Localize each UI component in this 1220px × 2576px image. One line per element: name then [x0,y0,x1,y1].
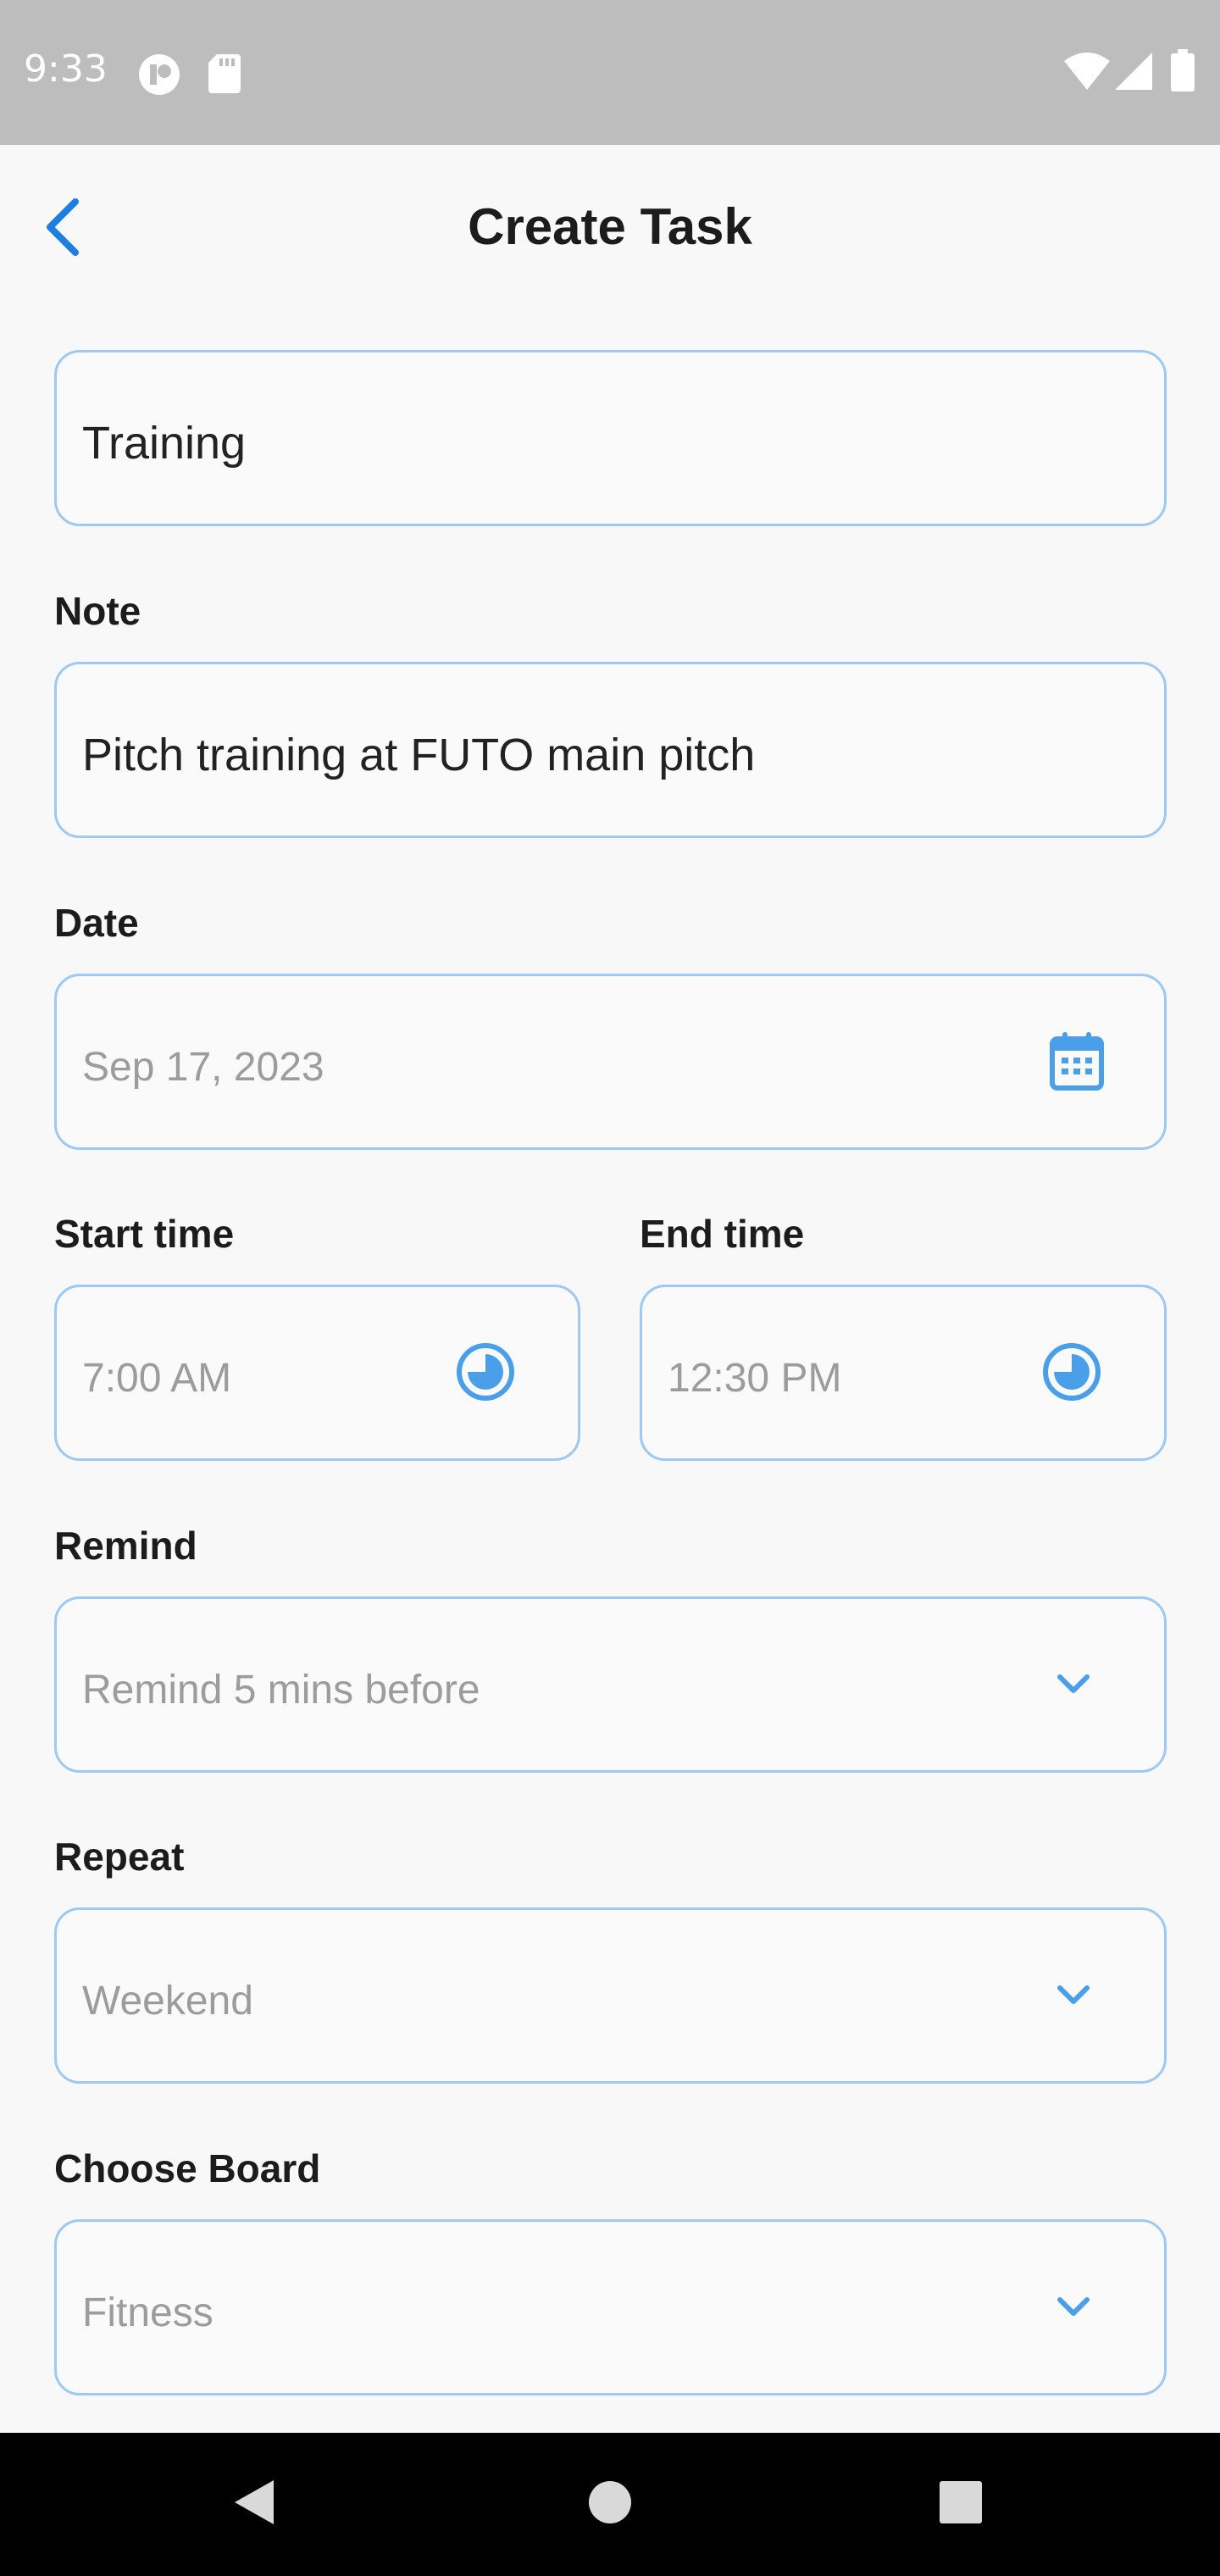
note-label: Note [54,589,141,633]
cell-signal-icon [1115,53,1152,94]
date-value: Sep 17, 2023 [82,1044,324,1090]
sd-card-icon [208,54,241,97]
nav-back-button[interactable] [169,2433,339,2576]
calendar-icon[interactable] [1043,1027,1111,1095]
page-title: Create Task [468,198,752,255]
status-bar: 9:33 [0,0,1220,145]
wifi-icon [1064,53,1110,94]
start-time-label: Start time [54,1212,235,1256]
home-circle-icon [587,2479,633,2529]
repeat-dropdown[interactable]: Weekend [54,1907,1167,2084]
board-dropdown[interactable]: Fitness [54,2219,1167,2396]
repeat-label: Repeat [54,1835,185,1879]
note-input[interactable]: Pitch training at FUTO main pitch [54,662,1167,838]
chevron-down-icon [1048,1969,1099,2020]
chevron-down-icon [1048,1658,1099,1709]
note-value: Pitch training at FUTO main pitch [82,730,756,780]
clock-icon[interactable] [1038,1338,1106,1406]
start-time-picker[interactable]: 7:00 AM [54,1285,580,1461]
clock-icon[interactable] [452,1338,519,1406]
nav-recents-button[interactable] [876,2433,1045,2576]
notification-app-icon [137,53,181,101]
remind-dropdown[interactable]: Remind 5 mins before [54,1596,1167,1773]
remind-value: Remind 5 mins before [82,1667,480,1713]
task-title-input[interactable]: Training [54,350,1167,526]
back-triangle-icon [231,2477,277,2532]
date-label: Date [54,901,139,945]
date-picker[interactable]: Sep 17, 2023 [54,974,1167,1150]
board-value: Fitness [82,2290,214,2335]
end-time-picker[interactable]: 12:30 PM [640,1285,1167,1461]
chevron-down-icon [1048,2281,1099,2332]
remind-label: Remind [54,1524,197,1568]
nav-home-button[interactable] [525,2433,695,2576]
status-time: 9:33 [24,47,108,91]
task-title-value: Training [82,418,247,469]
end-time-label: End time [640,1212,805,1256]
board-label: Choose Board [54,2146,321,2190]
repeat-value: Weekend [82,1978,253,2024]
navigation-bar [0,2433,1220,2576]
battery-icon [1171,49,1195,96]
recents-square-icon [938,2479,984,2529]
